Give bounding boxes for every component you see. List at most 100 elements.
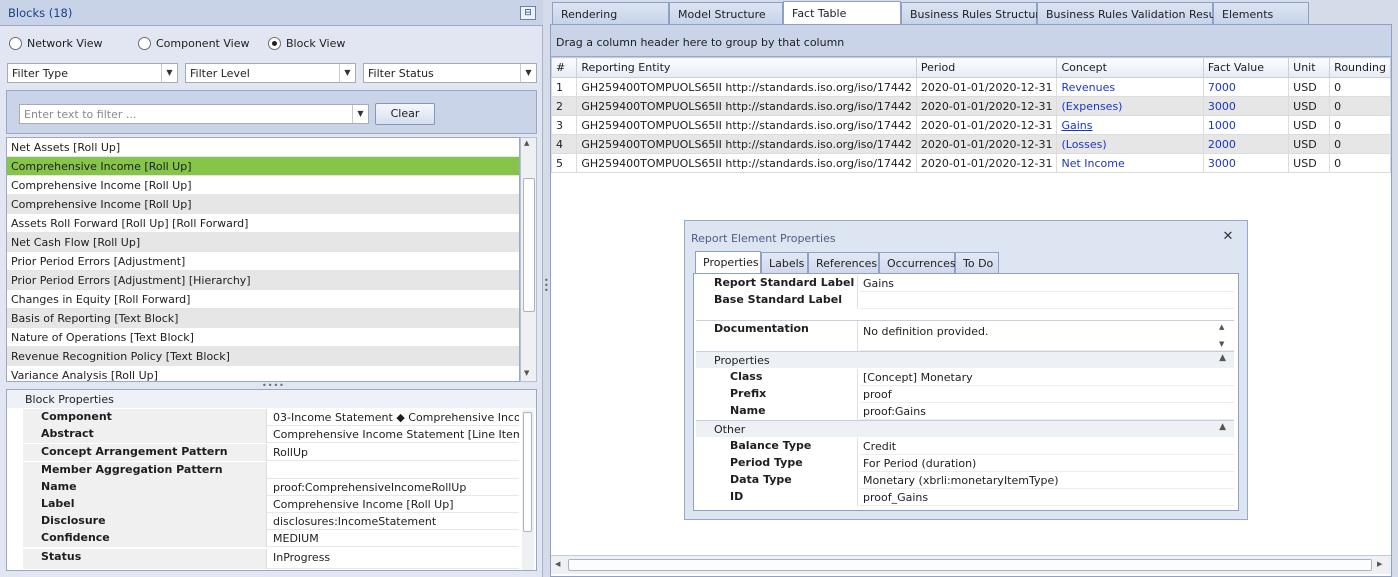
cell-fact-value[interactable]: 3000 (1202, 153, 1290, 173)
group-by-area[interactable]: Drag a column header here to group by th… (551, 25, 1391, 57)
column-header[interactable]: Rounding (1329, 57, 1391, 78)
cell-concept-link[interactable]: Gains (1056, 115, 1204, 135)
list-item[interactable]: Net Cash Flow [Roll Up] (7, 233, 519, 252)
properties-scrollbar[interactable] (522, 410, 534, 570)
list-item[interactable]: Changes in Equity [Roll Forward] (7, 290, 519, 309)
pin-icon[interactable]: ⊟ (520, 6, 536, 20)
table-row[interactable]: 4 GH259400TOMPUOLS65II http://standards.… (550, 134, 1391, 154)
block-view-radio[interactable]: Block View (268, 36, 345, 50)
cell-concept-link[interactable]: Net Income (1056, 153, 1204, 173)
list-item[interactable]: Prior Period Errors [Adjustment] (7, 252, 519, 271)
column-header[interactable]: Concept (1056, 57, 1204, 78)
list-item-selected[interactable]: Comprehensive Income [Roll Up] (7, 157, 519, 176)
property-row[interactable]: Disclosure disclosures:IncomeStatement (23, 513, 519, 530)
list-item[interactable]: Prior Period Errors [Adjustment] [Hierar… (7, 271, 519, 290)
list-item[interactable]: Basis of Reporting [Text Block] (7, 309, 519, 328)
scroll-up-icon[interactable]: ▲ (524, 139, 529, 147)
property-row[interactable]: Data Type Monetary (xbrli:monetaryItemTy… (696, 472, 1234, 489)
cell-fact-value[interactable]: 3000 (1202, 96, 1290, 116)
properties-section-header[interactable]: Properties ▲ (696, 351, 1234, 368)
scroll-up-icon[interactable]: ▲ (1219, 323, 1224, 331)
property-row[interactable]: ID proof_Gains (696, 489, 1234, 506)
chevron-down-icon[interactable]: ▼ (339, 64, 355, 82)
list-item[interactable]: Revenue Recognition Policy [Text Block] (7, 347, 519, 366)
cell-fact-value[interactable]: 2000 (1202, 134, 1290, 154)
scroll-right-icon[interactable]: ▶ (1377, 560, 1382, 568)
cell-concept-link[interactable]: Revenues (1056, 77, 1204, 97)
tab-rendering[interactable]: Rendering (552, 2, 669, 24)
tab-fact-table[interactable]: Fact Table (783, 1, 901, 25)
column-header[interactable]: Fact Value (1202, 57, 1290, 78)
clear-button[interactable]: Clear (375, 103, 435, 125)
property-row[interactable]: Label Comprehensive Income [Roll Up] (23, 496, 519, 513)
list-item[interactable]: Comprehensive Income [Roll Up] (7, 195, 519, 214)
tab-labels[interactable]: Labels (761, 252, 808, 273)
property-row[interactable]: Balance Type Credit (696, 438, 1234, 455)
property-row[interactable]: Status InProgress (23, 549, 519, 569)
chevron-down-icon[interactable]: ▼ (352, 105, 368, 123)
tab-references[interactable]: References (808, 252, 879, 273)
scrollbar-thumb[interactable] (523, 412, 532, 532)
property-row[interactable]: Class [Concept] Monetary (696, 369, 1234, 386)
cell-fact-value[interactable]: 7000 (1202, 77, 1290, 97)
panel-splitter[interactable]: • • • (543, 0, 550, 577)
documentation-row[interactable]: Documentation No definition provided. ▲ … (696, 320, 1234, 351)
tab-business-rules-structure[interactable]: Business Rules Structure (901, 2, 1046, 24)
list-item[interactable]: Assets Roll Forward [Roll Up] [Roll Forw… (7, 214, 519, 233)
column-header[interactable]: Reporting Entity (576, 57, 917, 78)
component-view-radio[interactable]: Component View (138, 36, 249, 50)
filter-text-input[interactable]: Enter text to filter ... ▼ (19, 104, 369, 124)
list-item[interactable]: Comprehensive Income [Roll Up] (7, 176, 519, 195)
chevron-down-icon[interactable]: ▼ (161, 64, 177, 82)
filter-level-select[interactable]: Filter Level ▼ (185, 63, 356, 83)
block-list: Net Assets [Roll Up] Comprehensive Incom… (6, 137, 520, 382)
tab-model-structure[interactable]: Model Structure (669, 2, 783, 24)
cell-concept-link[interactable]: (Expenses) (1056, 96, 1204, 116)
column-header[interactable]: Unit (1288, 57, 1331, 78)
table-row[interactable]: 1 GH259400TOMPUOLS65II http://standards.… (550, 77, 1391, 97)
other-section-header[interactable]: Other ▲ (696, 420, 1234, 437)
table-row[interactable]: 2 GH259400TOMPUOLS65II http://standards.… (550, 96, 1391, 116)
scrollbar-thumb[interactable] (523, 178, 535, 312)
tab-business-rules-validation[interactable]: Business Rules Validation Results (1037, 2, 1229, 24)
table-row[interactable]: 3 GH259400TOMPUOLS65II http://standards.… (550, 115, 1391, 135)
list-item[interactable]: Net Assets [Roll Up] (7, 138, 519, 157)
column-header[interactable]: # (550, 57, 578, 78)
base-standard-label-row[interactable]: Base Standard Label (696, 292, 1234, 309)
property-row[interactable]: Member Aggregation Pattern (23, 462, 519, 479)
property-row[interactable]: ▶ Component 03-Income Statement ◆ Compre… (23, 409, 519, 426)
list-item[interactable]: Variance Analysis [Roll Up] (7, 366, 519, 381)
filter-type-select[interactable]: Filter Type ▼ (7, 63, 178, 83)
report-standard-label-row[interactable]: Report Standard Label Gains (696, 275, 1234, 292)
splitter-grip-icon[interactable]: • • • (544, 277, 549, 295)
property-row[interactable]: Period Type For Period (duration) (696, 455, 1234, 472)
tab-elements[interactable]: Elements (1213, 2, 1309, 24)
cell-concept-link[interactable]: (Losses) (1056, 134, 1204, 154)
list-item[interactable]: Nature of Operations [Text Block] (7, 328, 519, 347)
property-row[interactable]: Abstract Comprehensive Income Statement … (23, 426, 519, 443)
property-row[interactable]: Concept Arrangement Pattern RollUp (23, 444, 519, 461)
scrollbar-thumb[interactable] (568, 559, 1372, 571)
tab-occurrences[interactable]: Occurrences (879, 252, 956, 273)
chevron-up-icon[interactable]: ▲ (1219, 422, 1226, 432)
cell-fact-value[interactable]: 1000 (1202, 115, 1290, 135)
tab-to-do[interactable]: To Do (955, 252, 999, 273)
column-header[interactable]: Period (915, 57, 1058, 78)
network-view-radio[interactable]: Network View (9, 36, 103, 50)
chevron-down-icon[interactable]: ▼ (520, 64, 536, 82)
property-row[interactable]: Name proof:ComprehensiveIncomeRollUp (23, 479, 519, 496)
close-icon[interactable]: ✕ (1221, 230, 1235, 244)
property-row[interactable]: Name proof:Gains (696, 403, 1234, 420)
horizontal-scrollbar[interactable]: ◀ ▶ (551, 555, 1391, 574)
scroll-left-icon[interactable]: ◀ (555, 560, 560, 568)
tab-properties[interactable]: Properties (695, 251, 761, 274)
table-row[interactable]: 5 GH259400TOMPUOLS65II http://standards.… (550, 153, 1391, 173)
property-value (269, 462, 519, 479)
filter-status-select[interactable]: Filter Status ▼ (363, 63, 537, 83)
property-row[interactable]: Prefix proof (696, 386, 1234, 403)
chevron-up-icon[interactable]: ▲ (1219, 353, 1226, 363)
property-row[interactable]: Confidence MEDIUM (23, 530, 519, 547)
block-list-scrollbar[interactable]: ▲ ▼ (520, 137, 537, 382)
scroll-down-icon[interactable]: ▼ (1219, 340, 1224, 348)
scroll-down-icon[interactable]: ▼ (524, 369, 529, 377)
